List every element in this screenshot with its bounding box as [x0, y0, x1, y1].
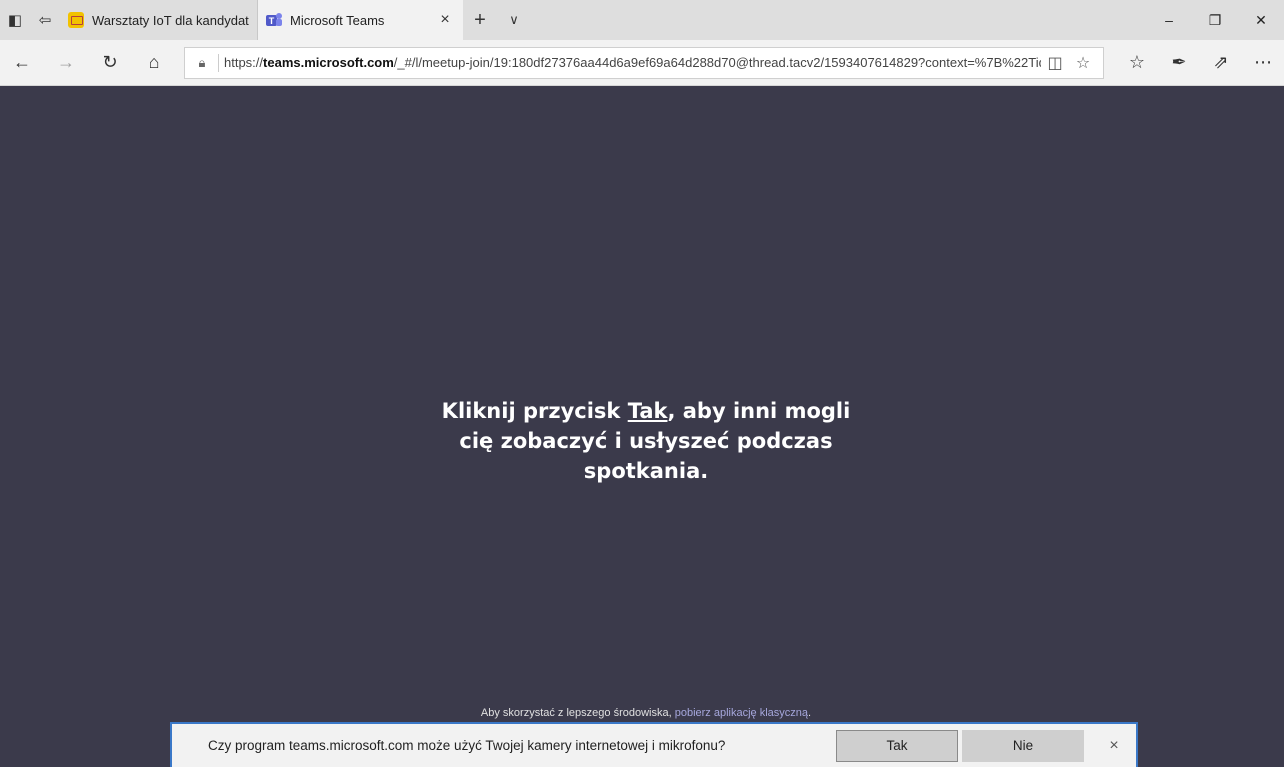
permission-bar: Czy program teams.microsoft.com może uży…	[170, 722, 1138, 767]
toolbar-right: ☆ ✒ ⇗ ⋯	[1116, 40, 1284, 86]
address-bar[interactable]: 🔒︎ https://teams.microsoft.com/_#/l/meet…	[184, 46, 1104, 79]
tab-label: Warsztaty IoT dla kandydatów	[92, 12, 249, 28]
footnote: Aby skorzystać z lepszego środowiska, po…	[480, 707, 812, 719]
deny-button[interactable]: Nie	[962, 729, 1084, 762]
new-tab-button[interactable]: +	[463, 0, 497, 40]
navigation-bar: ← → ↻ ⌂ 🔒︎ https://teams.microsoft.com/_…	[0, 40, 1284, 86]
back-arrow-icon[interactable]: ←	[0, 40, 44, 86]
tab-microsoft-teams[interactable]: T Microsoft Teams ×	[258, 0, 463, 40]
close-window-button[interactable]: ✕	[1238, 0, 1284, 40]
lock-icon[interactable]: 🔒︎	[191, 55, 213, 71]
more-icon[interactable]: ⋯	[1242, 40, 1284, 86]
share-icon[interactable]: ⇗	[1200, 40, 1242, 86]
mail-icon	[68, 12, 84, 28]
window-controls: – ❐ ✕	[1146, 0, 1284, 40]
download-desktop-app-link[interactable]: pobierz aplikację klasyczną	[675, 707, 808, 719]
home-icon[interactable]: ⌂	[132, 40, 176, 86]
tab-label: Microsoft Teams	[290, 12, 385, 28]
tabs-aside-icon[interactable]: ⇦	[30, 0, 60, 40]
teams-icon: T	[266, 12, 282, 28]
reading-view-icon[interactable]: ◫	[1041, 53, 1069, 73]
restore-button[interactable]: ❐	[1192, 0, 1238, 40]
permission-question: Czy program teams.microsoft.com może uży…	[208, 738, 726, 753]
close-icon[interactable]: ×	[1092, 737, 1136, 755]
allow-button[interactable]: Tak	[836, 729, 958, 762]
tab-warsztaty[interactable]: Warsztaty IoT dla kandydatów	[60, 0, 258, 40]
minimize-button[interactable]: –	[1146, 0, 1192, 40]
tab-bar: ◧ ⇦ Warsztaty IoT dla kandydatów T Micro…	[0, 0, 1284, 40]
url-text[interactable]: https://teams.microsoft.com/_#/l/meetup-…	[224, 55, 1041, 70]
prompt-tak-word: Tak	[627, 399, 668, 423]
favorites-icon[interactable]: ☆	[1116, 40, 1158, 86]
pen-icon[interactable]: ✒	[1158, 40, 1200, 86]
camera-prompt: Kliknij przycisk Tak, aby inni mogli cię…	[441, 399, 851, 483]
tab-close-icon[interactable]: ×	[435, 11, 455, 29]
tab-preview-icon[interactable]: ◧	[0, 0, 30, 40]
chevron-down-icon[interactable]: ∨	[497, 0, 531, 40]
forward-arrow-icon[interactable]: →	[44, 40, 88, 86]
refresh-icon[interactable]: ↻	[88, 40, 132, 86]
url-divider	[218, 53, 219, 72]
page-content: Kliknij przycisk Tak, aby inni mogli cię…	[8, 86, 1284, 767]
star-icon[interactable]: ☆	[1069, 53, 1097, 73]
